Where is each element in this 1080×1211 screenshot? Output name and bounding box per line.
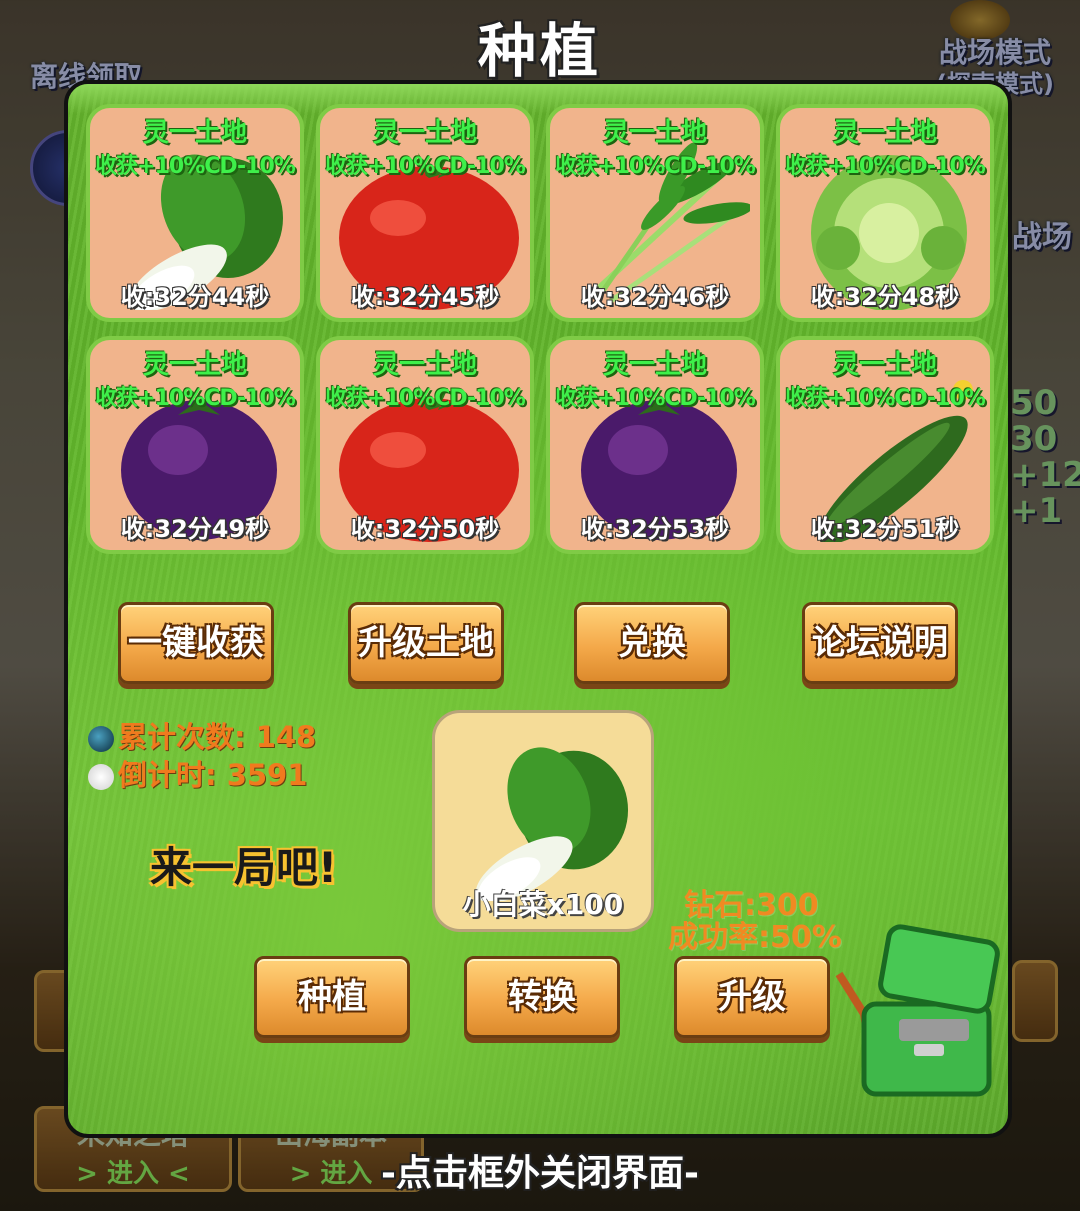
lets-play-prompt: 来一局吧! — [150, 843, 338, 892]
plot-5[interactable]: 灵一土地 收获+10%CD-10% 收:32分49秒 — [86, 336, 304, 554]
clock-icon — [88, 764, 114, 790]
upgrade-button[interactable]: 升级 — [674, 956, 830, 1038]
plot-bonus: 收获+10%CD-10% — [95, 154, 296, 179]
potion-icon — [88, 726, 114, 752]
plot-name: 灵一土地 — [372, 350, 477, 380]
plot-bonus: 收获+10%CD-10% — [325, 386, 526, 411]
plot-7[interactable]: 灵一土地 收获+10%CD-10% 收:32分53秒 — [546, 336, 764, 554]
plot-timer: 收:32分50秒 — [350, 515, 500, 543]
seed-label: 小白菜x100 — [462, 888, 624, 921]
plot-name: 灵一土地 — [832, 118, 937, 148]
plot-timer: 收:32分49秒 — [120, 515, 270, 543]
plot-name: 灵一土地 — [142, 118, 247, 148]
total-count-stat: 累计次数: 148 — [88, 714, 316, 756]
exchange-button[interactable]: 兑换 — [574, 602, 730, 684]
toolbox-icon[interactable] — [824, 924, 1004, 1104]
plot-4[interactable]: 灵一土地 收获+10%CD-10% 收:32分48秒 — [776, 104, 994, 322]
plot-6[interactable]: 灵一土地 收获+10%CD-10% 收:32分50秒 — [316, 336, 534, 554]
plot-timer: 收:32分53秒 — [580, 515, 730, 543]
plot-timer: 收:32分46秒 — [580, 283, 730, 311]
convert-button[interactable]: 转换 — [464, 956, 620, 1038]
close-hint: -点击框外关闭界面- — [381, 1153, 699, 1194]
seed-slot[interactable]: 小白菜x100 — [432, 710, 654, 932]
success-rate: 成功率:50% — [668, 920, 842, 955]
plot-timer: 收:32分44秒 — [120, 283, 270, 311]
bok-choy-icon — [475, 747, 629, 901]
plot-name: 灵一土地 — [832, 350, 937, 380]
plot-timer: 收:32分45秒 — [350, 283, 500, 311]
plot-bonus: 收获+10%CD-10% — [785, 386, 986, 411]
plot-bonus: 收获+10%CD-10% — [555, 386, 756, 411]
plot-name: 灵一土地 — [602, 118, 707, 148]
plot-bonus: 收获+10%CD-10% — [325, 154, 526, 179]
forum-info-button[interactable]: 论坛说明 — [802, 602, 958, 684]
plot-timer: 收:32分51秒 — [810, 515, 960, 543]
plant-button[interactable]: 种植 — [254, 956, 410, 1038]
plot-name: 灵一土地 — [372, 118, 477, 148]
plot-name: 灵一土地 — [142, 350, 247, 380]
plot-bonus: 收获+10%CD-10% — [785, 154, 986, 179]
plot-2[interactable]: 灵一土地 收获+10%CD-10% 收:32分45秒 — [316, 104, 534, 322]
plot-bonus: 收获+10%CD-10% — [95, 386, 296, 411]
plot-bonus: 收获+10%CD-10% — [555, 154, 756, 179]
upgrade-land-button[interactable]: 升级土地 — [348, 602, 504, 684]
countdown-stat: 倒计时: 3591 — [88, 752, 307, 794]
plot-3[interactable]: 灵一土地 收获+10%CD-10% 收:32分46秒 — [546, 104, 764, 322]
plot-8[interactable]: 灵一土地 收获+10%CD-10% 收:32分51秒 — [776, 336, 994, 554]
plot-1[interactable]: 灵一土地 收获+10%CD-10% 收:32分44秒 — [86, 104, 304, 322]
harvest-all-button[interactable]: 一键收获 — [118, 602, 274, 684]
modal-title: 种植 — [477, 17, 602, 85]
plot-name: 灵一土地 — [602, 350, 707, 380]
plot-timer: 收:32分48秒 — [810, 283, 960, 311]
planting-panel: 灵一土地 收获+10%CD-10% 收:32分44秒 灵一土地 收获+10%CD… — [64, 80, 1012, 1138]
